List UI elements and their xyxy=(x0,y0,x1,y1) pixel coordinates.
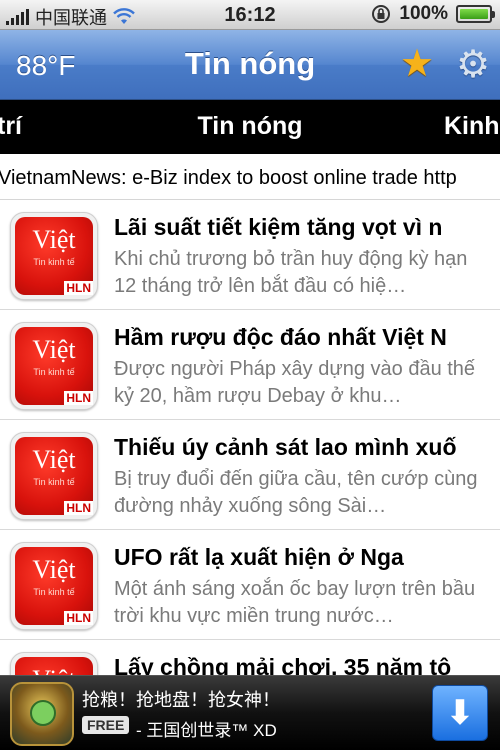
ad-app-icon-art xyxy=(30,700,56,726)
star-icon[interactable]: ★ xyxy=(400,44,440,84)
thumbnail-word: Việt xyxy=(11,665,97,675)
thumbnail-subtitle: Tin kinh tế xyxy=(33,257,75,267)
list-item[interactable]: Việt Tin kinh tế HLN Hầm rượu độc đáo nh… xyxy=(0,310,500,420)
article-thumbnail: Việt Tin kinh tế HLN xyxy=(10,542,98,630)
list-item[interactable]: Việt Tin kinh tế HLN UFO rất lạ xuất hiệ… xyxy=(0,530,500,640)
download-arrow-icon: ⬇ xyxy=(445,694,475,732)
article-thumbnail: Việt Tin kinh tế HLN xyxy=(10,432,98,520)
article-thumbnail: Việt Tin kinh tế HLN xyxy=(10,652,98,675)
category-tabs: trí Tin nóng Kinh xyxy=(0,100,500,154)
status-bar: 中国联通 16:12 100% xyxy=(0,0,500,30)
article-list: Việt Tin kinh tế HLN Lãi suất tiết kiệm … xyxy=(0,200,500,675)
article-title: Lấy chồng mải chơi, 35 năm tô xyxy=(114,654,452,675)
ad-headline: 抢粮！抢地盘！抢女神！ xyxy=(82,690,280,710)
battery-fill xyxy=(460,9,488,19)
news-ticker[interactable]: VietnamNews: e-Biz index to boost online… xyxy=(0,154,500,200)
orientation-lock-icon xyxy=(372,5,391,23)
article-title: UFO rất lạ xuất hiện ở Nga xyxy=(114,544,404,570)
article-description: Bị truy đuổi đến giữa cầu, tên cướp cùng… xyxy=(114,468,478,517)
list-item[interactable]: Việt Tin kinh tế HLN Thiếu úy cảnh sát l… xyxy=(0,420,500,530)
list-item[interactable]: Việt Tin kinh tế HLN Lãi suất tiết kiệm … xyxy=(0,200,500,310)
thumbnail-subtitle: Tin kinh tế xyxy=(33,367,75,377)
navigation-bar: 88°F Tin nóng ★ ⚙ xyxy=(0,30,500,100)
ad-app-name: - 王国创世录™ XD xyxy=(136,721,277,740)
thumbnail-word: Việt xyxy=(32,445,76,474)
thumbnail-badge: HLN xyxy=(64,501,93,515)
thumbnail-subtitle: Tin kinh tế xyxy=(33,587,75,597)
thumbnail-badge: HLN xyxy=(64,391,93,405)
ad-free-badge: FREE xyxy=(82,716,130,734)
article-thumbnail: Việt Tin kinh tế HLN xyxy=(10,322,98,410)
article-title: Thiếu úy cảnh sát lao mình xuố xyxy=(114,434,457,460)
ticker-text: VietnamNews: e-Biz index to boost online… xyxy=(0,167,457,189)
battery-icon xyxy=(456,5,495,23)
article-description: Khi chủ trương bỏ trần huy động kỳ hạn 1… xyxy=(114,248,468,297)
thumbnail-word: Việt xyxy=(32,335,76,364)
article-title: Lãi suất tiết kiệm tăng vọt vì n xyxy=(114,214,443,240)
article-thumbnail: Việt Tin kinh tế HLN xyxy=(10,212,98,300)
download-button[interactable]: ⬇ xyxy=(432,685,488,741)
tab-next-category[interactable]: Kinh xyxy=(444,112,500,141)
thumbnail-word: Việt xyxy=(32,555,76,584)
status-right: 100% xyxy=(371,3,495,25)
battery-percent: 100% xyxy=(399,3,448,24)
article-description: Một ánh sáng xoắn ốc bay lượn trên bầu t… xyxy=(114,578,476,627)
thumbnail-word: Việt xyxy=(32,225,76,254)
list-item[interactable]: Việt Tin kinh tế HLN Lấy chồng mải chơi,… xyxy=(0,640,500,675)
article-description: Được người Pháp xây dựng vào đầu thế kỷ … xyxy=(114,358,476,407)
article-title: Hầm rượu độc đáo nhất Việt N xyxy=(114,324,447,350)
gear-icon[interactable]: ⚙ xyxy=(456,46,494,84)
tab-current-category[interactable]: Tin nóng xyxy=(0,112,500,141)
ad-app-icon[interactable] xyxy=(10,682,74,746)
thumbnail-badge: HLN xyxy=(64,281,93,295)
thumbnail-badge: HLN xyxy=(64,611,93,625)
thumbnail-subtitle: Tin kinh tế xyxy=(33,477,75,487)
ad-banner[interactable]: 抢粮！抢地盘！抢女神！ FREE - 王国创世录™ XD ⬇ xyxy=(0,675,500,750)
